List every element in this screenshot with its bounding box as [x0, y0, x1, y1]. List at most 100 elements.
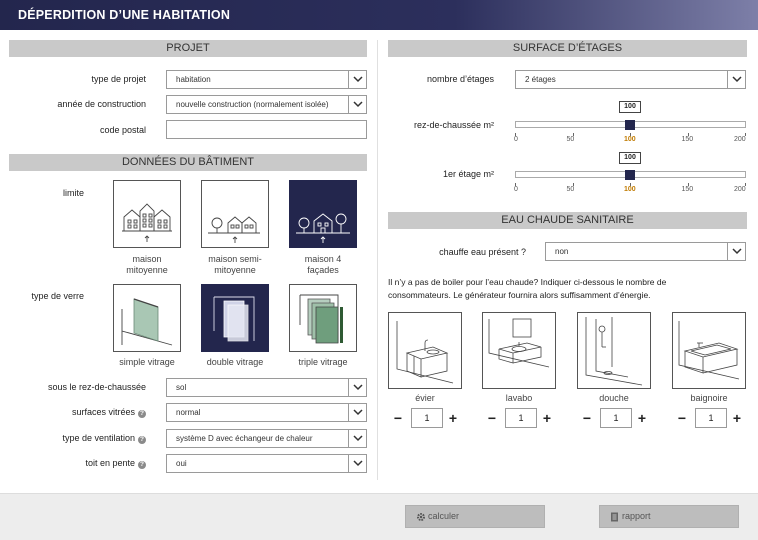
- rapport-button[interactable]: rapport: [599, 505, 739, 528]
- limite-caption-semi-mitoyenne: maison semi-mitoyenne: [208, 254, 262, 275]
- detached-house-icon: [296, 213, 350, 243]
- verre-card-triple[interactable]: [289, 284, 357, 352]
- semi-detached-house-icon: [208, 216, 260, 243]
- section-header-eau: EAU CHAUDE SANITAIRE: [388, 212, 747, 229]
- rapport-label: rapport: [622, 511, 651, 521]
- tick-label: 150: [681, 136, 694, 143]
- washbasin-icon: [488, 318, 550, 368]
- eau-chaude-note: Il n’y a pas de boiler pour l’eau chaude…: [388, 277, 667, 300]
- chevron-down-icon: [727, 243, 745, 260]
- limite-caption-4-facades: maison 4 façades: [304, 254, 342, 275]
- evier-stepper[interactable]: − 1 +: [390, 408, 465, 428]
- evier-plus-button[interactable]: +: [445, 408, 461, 428]
- rez-value-bubble: 100: [619, 101, 641, 113]
- sous-rez-value: sol: [176, 383, 187, 392]
- tick-label: 150: [681, 186, 694, 193]
- document-icon: [611, 512, 618, 522]
- lavabo-minus-button[interactable]: −: [484, 408, 500, 428]
- ventilation-select[interactable]: système D avec échangeur de chaleur: [166, 429, 367, 448]
- sous-rez-label: sous le rez-de-chaussée: [47, 382, 146, 392]
- etage-slider-thumb[interactable]: [625, 170, 635, 180]
- calculer-button[interactable]: calculer: [405, 505, 545, 528]
- douche-minus-button[interactable]: −: [579, 408, 595, 428]
- chauffe-eau-label: chauffe eau présent ?: [439, 247, 526, 257]
- toit-pente-label: toit en pente?: [10, 458, 146, 469]
- nombre-etages-select[interactable]: 2 étages: [515, 70, 746, 89]
- tick-label: 100: [624, 186, 636, 193]
- toit-pente-select[interactable]: oui: [166, 454, 367, 473]
- section-header-batiment: DONNÉES DU BÂTIMENT: [9, 154, 367, 171]
- kitchen-sink-icon: [396, 321, 454, 384]
- tick-label: 0: [514, 136, 518, 143]
- evier-label: évier: [415, 393, 435, 403]
- footer-bar: calculer rapport: [0, 493, 758, 540]
- tick-label: 50: [566, 136, 575, 143]
- lavabo-card: [482, 312, 556, 389]
- ventilation-value: système D avec échangeur de chaleur: [176, 434, 313, 443]
- lavabo-count-input[interactable]: 1: [505, 408, 537, 428]
- rez-label: rez-de-chaussée m²: [413, 120, 494, 130]
- chevron-down-icon: [348, 455, 366, 472]
- tick-label: 200: [734, 186, 746, 193]
- verre-label: type de verre: [31, 291, 84, 301]
- limite-card-4-facades[interactable]: [289, 180, 357, 248]
- evier-card: [388, 312, 462, 389]
- column-divider: [377, 40, 378, 480]
- chevron-down-icon: [348, 404, 366, 421]
- baignoire-plus-button[interactable]: +: [729, 408, 745, 428]
- help-icon[interactable]: ?: [138, 461, 146, 469]
- evier-count-input[interactable]: 1: [411, 408, 443, 428]
- surfaces-vitrees-select[interactable]: normal: [166, 403, 367, 422]
- evier-minus-button[interactable]: −: [390, 408, 406, 428]
- lavabo-plus-button[interactable]: +: [539, 408, 555, 428]
- row-houses-icon: [122, 203, 172, 242]
- limite-card-semi-mitoyenne[interactable]: [201, 180, 269, 248]
- douche-label: douche: [599, 393, 629, 403]
- douche-plus-button[interactable]: +: [634, 408, 650, 428]
- section-header-surface: SURFACE D’ÉTAGES: [388, 40, 747, 57]
- annee-select[interactable]: nouvelle construction (normalement isolé…: [166, 95, 367, 114]
- limite-label: limite: [62, 188, 84, 198]
- etage-value-bubble: 100: [619, 152, 641, 164]
- verre-card-double[interactable]: [201, 284, 269, 352]
- help-icon[interactable]: ?: [138, 410, 146, 418]
- type-projet-select[interactable]: habitation: [166, 70, 367, 89]
- ventilation-label: type de ventilation?: [10, 433, 146, 444]
- douche-stepper[interactable]: − 1 +: [579, 408, 654, 428]
- baignoire-label: baignoire: [690, 393, 728, 403]
- douche-count-input[interactable]: 1: [600, 408, 632, 428]
- rez-slider-thumb[interactable]: [625, 120, 635, 130]
- chauffe-eau-select[interactable]: non: [545, 242, 746, 261]
- chauffe-eau-value: non: [555, 247, 569, 256]
- surfaces-vitrees-label: surfaces vitrées?: [10, 407, 146, 418]
- surfaces-vitrees-value: normal: [176, 408, 201, 417]
- code-postal-input[interactable]: [166, 120, 367, 139]
- single-glazing-icon: [121, 298, 173, 346]
- annee-label: année de construction: [57, 99, 146, 109]
- baignoire-minus-button[interactable]: −: [674, 408, 690, 428]
- verre-caption-double: double vitrage: [206, 357, 264, 367]
- chevron-down-icon: [348, 379, 366, 396]
- baignoire-count-input[interactable]: 1: [695, 408, 727, 428]
- baignoire-stepper[interactable]: − 1 +: [674, 408, 749, 428]
- section-header-projet: PROJET: [9, 40, 367, 57]
- double-glazing-icon: [213, 296, 255, 342]
- sous-rez-select[interactable]: sol: [166, 378, 367, 397]
- gear-icon: [417, 513, 425, 521]
- help-icon[interactable]: ?: [138, 436, 146, 444]
- limite-caption-mitoyenne: maison mitoyenne: [126, 254, 168, 275]
- nombre-etages-value: 2 étages: [525, 75, 556, 84]
- type-projet-value: habitation: [176, 75, 211, 84]
- code-postal-label: code postal: [99, 125, 146, 135]
- limite-card-mitoyenne[interactable]: [113, 180, 181, 248]
- tick-label: 200: [734, 136, 746, 143]
- chevron-down-icon: [348, 96, 366, 113]
- verre-card-simple[interactable]: [113, 284, 181, 352]
- toit-pente-value: oui: [176, 459, 187, 468]
- annee-value: nouvelle construction (normalement isolé…: [176, 100, 329, 109]
- lavabo-stepper[interactable]: − 1 +: [484, 408, 559, 428]
- lavabo-label: lavabo: [505, 393, 533, 403]
- chevron-down-icon: [348, 71, 366, 88]
- baignoire-card: [672, 312, 746, 389]
- type-projet-label: type de projet: [91, 74, 146, 84]
